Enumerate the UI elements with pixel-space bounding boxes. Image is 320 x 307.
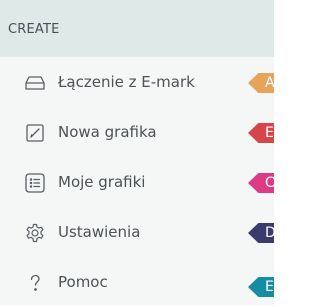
status-badge: E [248, 277, 274, 297]
menu-item-label: Moje grafiki [58, 173, 146, 191]
status-badge: D [248, 223, 274, 243]
badge-letter: D [265, 225, 276, 241]
gear-icon [24, 222, 46, 244]
inbox-tray-icon [24, 72, 46, 94]
sidebar-header: CREATE [0, 0, 274, 57]
sidebar-menu: Łączenie z E-mark A Nowa grafika E Moje … [0, 57, 274, 305]
question-mark-icon [24, 272, 46, 294]
badge-letter: E [265, 125, 274, 141]
badge-letter: E [265, 279, 274, 295]
menu-item-settings[interactable]: Ustawienia D [0, 207, 274, 257]
badge-letter: A [265, 75, 275, 91]
menu-item-help[interactable]: Pomoc E [0, 257, 274, 307]
list-icon [24, 172, 46, 194]
status-badge: A [248, 73, 274, 93]
menu-item-label: Ustawienia [58, 223, 141, 241]
section-title: CREATE [8, 22, 60, 37]
menu-item-new-graphic[interactable]: Nowa grafika E [0, 107, 274, 157]
menu-item-label: Pomoc [58, 273, 108, 291]
status-badge: C [248, 173, 274, 193]
edit-square-icon [24, 122, 46, 144]
badge-letter: C [265, 175, 275, 191]
status-badge: E [248, 123, 274, 143]
menu-item-my-graphics[interactable]: Moje grafiki C [0, 157, 274, 207]
menu-item-label: Nowa grafika [58, 123, 157, 141]
menu-item-label: Łączenie z E-mark [58, 73, 195, 91]
menu-item-connect-emark[interactable]: Łączenie z E-mark A [0, 57, 274, 107]
